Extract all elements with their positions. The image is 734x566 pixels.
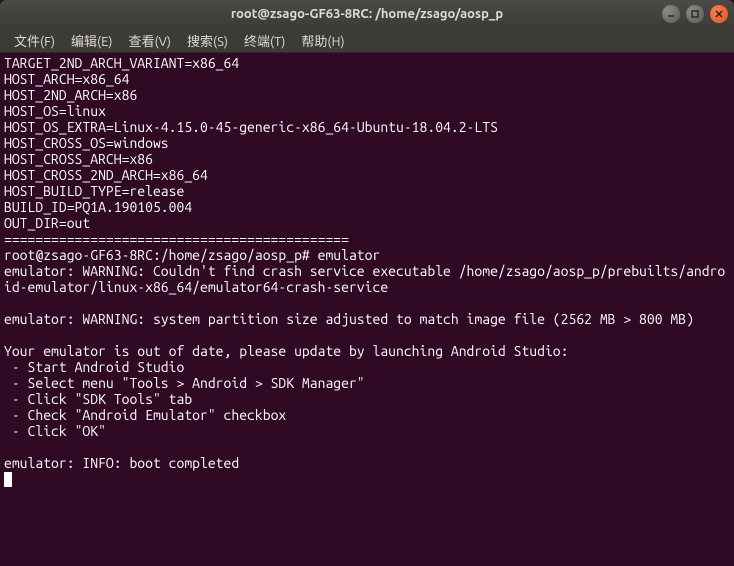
menu-view[interactable]: 查看(V) [123,29,177,52]
cursor [4,472,12,487]
titlebar: root@zsago-GF63-8RC: /home/zsago/aosp_p [0,0,734,28]
menubar: 文件(F) 编辑(E) 查看(V) 搜索(S) 终端(T) 帮助(H) [0,28,734,53]
window-title: root@zsago-GF63-8RC: /home/zsago/aosp_p [231,7,503,21]
menu-file[interactable]: 文件(F) [8,29,61,52]
menu-edit[interactable]: 编辑(E) [65,29,118,52]
window-controls [662,5,728,23]
maximize-icon [690,9,700,19]
terminal-output[interactable]: TARGET_2ND_ARCH_VARIANT=x86_64 HOST_ARCH… [0,53,734,566]
minimize-button[interactable] [662,5,680,23]
menu-search[interactable]: 搜索(S) [181,29,234,52]
maximize-button[interactable] [686,5,704,23]
menu-help[interactable]: 帮助(H) [295,29,350,52]
close-button[interactable] [710,5,728,23]
close-icon [714,9,724,19]
menu-terminal[interactable]: 终端(T) [238,29,291,52]
minimize-icon [666,9,676,19]
